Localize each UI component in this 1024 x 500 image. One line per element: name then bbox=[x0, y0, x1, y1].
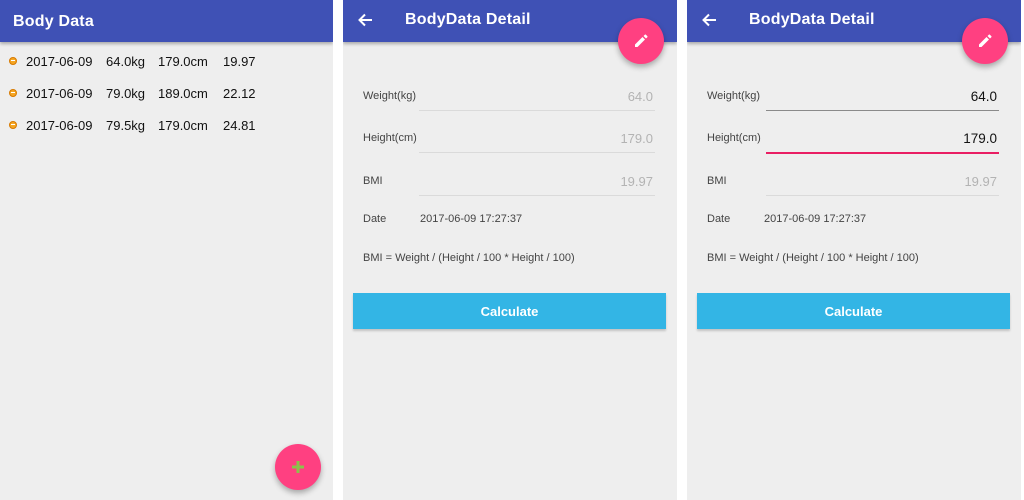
record-weight: 79.0kg bbox=[106, 86, 146, 101]
bmi-label: BMI bbox=[363, 175, 383, 187]
bmi-underline bbox=[766, 195, 999, 196]
record-date: 2017-06-09 bbox=[26, 54, 93, 69]
bmi-formula: BMI = Weight / (Height / 100 * Height / … bbox=[707, 252, 919, 264]
height-input[interactable]: 179.0 bbox=[963, 131, 997, 146]
app-title: BodyData Detail bbox=[405, 11, 531, 28]
record-dot-icon bbox=[9, 57, 17, 65]
calculate-button[interactable]: Calculate bbox=[353, 293, 666, 329]
body-data-edit-screen: BodyData Detail Weight(kg) 64.0 Height(c… bbox=[687, 0, 1021, 500]
record-height: 189.0cm bbox=[158, 86, 208, 101]
bmi-value: 19.97 bbox=[964, 174, 997, 189]
body-data-detail-screen: BodyData Detail Weight(kg) 64.0 Height(c… bbox=[343, 0, 677, 500]
date-label: Date bbox=[363, 213, 387, 225]
height-field[interactable]: Height(cm) 179.0 bbox=[707, 128, 999, 162]
app-title: BodyData Detail bbox=[749, 11, 875, 28]
record-dot-icon bbox=[9, 121, 17, 129]
weight-field[interactable]: Weight(kg) 64.0 bbox=[707, 86, 999, 120]
date-value: 2017-06-09 17:27:37 bbox=[420, 213, 523, 225]
plus-icon bbox=[292, 461, 304, 473]
weight-label: Weight(kg) bbox=[707, 90, 760, 102]
record-weight: 64.0kg bbox=[106, 54, 146, 69]
weight-underline bbox=[419, 110, 655, 111]
record-date: 2017-06-09 bbox=[26, 118, 93, 133]
record-bmi: 22.12 bbox=[223, 86, 256, 101]
body-data-list-screen: Body Data 2017-06-09 64.0kg 179.0cm 19.9… bbox=[0, 0, 333, 500]
record-bmi: 24.81 bbox=[223, 118, 256, 133]
weight-value: 64.0 bbox=[627, 89, 653, 104]
bmi-underline bbox=[419, 195, 655, 196]
record-height: 179.0cm bbox=[158, 118, 208, 133]
bmi-label: BMI bbox=[707, 175, 727, 187]
edit-button[interactable] bbox=[618, 18, 664, 64]
bmi-value: 19.97 bbox=[620, 174, 653, 189]
bmi-formula: BMI = Weight / (Height / 100 * Height / … bbox=[363, 252, 575, 264]
record-dot-icon bbox=[9, 89, 17, 97]
weight-input[interactable]: 64.0 bbox=[971, 89, 997, 104]
back-arrow-icon[interactable] bbox=[357, 12, 373, 28]
bmi-field: BMI 19.97 bbox=[363, 171, 655, 205]
app-bar: Body Data bbox=[0, 0, 333, 42]
height-underline-focused bbox=[766, 152, 999, 154]
height-field: Height(cm) 179.0 bbox=[363, 128, 655, 162]
date-row: Date 2017-06-09 17:27:37 bbox=[707, 213, 866, 225]
record-bmi: 19.97 bbox=[223, 54, 256, 69]
date-row: Date 2017-06-09 17:27:37 bbox=[363, 213, 522, 225]
calculate-button[interactable]: Calculate bbox=[697, 293, 1010, 329]
weight-label: Weight(kg) bbox=[363, 90, 416, 102]
height-underline bbox=[419, 152, 655, 153]
edit-pencil-icon bbox=[635, 34, 648, 47]
add-record-button[interactable] bbox=[275, 444, 321, 490]
record-list: 2017-06-09 64.0kg 179.0cm 19.97 2017-06-… bbox=[0, 45, 333, 141]
height-value: 179.0 bbox=[620, 131, 653, 146]
record-date: 2017-06-09 bbox=[26, 86, 93, 101]
weight-underline bbox=[766, 110, 999, 111]
list-item[interactable]: 2017-06-09 79.5kg 179.0cm 24.81 bbox=[0, 109, 333, 141]
date-label: Date bbox=[707, 213, 731, 225]
back-arrow-icon[interactable] bbox=[701, 12, 717, 28]
list-item[interactable]: 2017-06-09 64.0kg 179.0cm 19.97 bbox=[0, 45, 333, 77]
app-title: Body Data bbox=[13, 13, 94, 30]
height-label: Height(cm) bbox=[707, 132, 761, 144]
bmi-field: BMI 19.97 bbox=[707, 171, 999, 205]
date-value: 2017-06-09 17:27:37 bbox=[764, 213, 867, 225]
record-weight: 79.5kg bbox=[106, 118, 146, 133]
weight-field: Weight(kg) 64.0 bbox=[363, 86, 655, 120]
edit-button[interactable] bbox=[962, 18, 1008, 64]
height-label: Height(cm) bbox=[363, 132, 417, 144]
record-height: 179.0cm bbox=[158, 54, 208, 69]
edit-pencil-icon bbox=[979, 34, 992, 47]
list-item[interactable]: 2017-06-09 79.0kg 189.0cm 22.12 bbox=[0, 77, 333, 109]
